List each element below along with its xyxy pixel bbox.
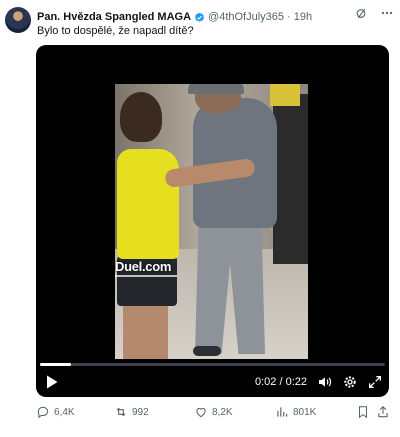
bookmark-icon (358, 406, 368, 419)
video-player[interactable]: Duel.com 0:02 / 0:22 (36, 45, 389, 397)
video-progress-bar[interactable] (40, 363, 385, 366)
video-progress-fill (40, 363, 72, 366)
views-button[interactable]: 801K (275, 405, 316, 419)
video-time: 0:02 / 0:22 (255, 376, 307, 388)
more-icon[interactable] (380, 6, 394, 20)
video-scene-sign (270, 84, 300, 106)
author-name[interactable]: Pan. Hvězda Spangled MAGA (37, 11, 191, 23)
tweet-text: Bylo to dospělé, že napadl dítě? (37, 25, 194, 37)
video-person-kid (117, 149, 179, 259)
play-icon[interactable] (46, 375, 58, 389)
view-count: 801K (293, 406, 317, 418)
video-person-kid-head (120, 92, 162, 142)
fullscreen-icon[interactable] (367, 374, 383, 390)
like-count: 8,2K (212, 406, 233, 418)
grok-icon[interactable] (354, 6, 368, 20)
author-avatar[interactable] (5, 7, 31, 33)
share-icon[interactable] (376, 405, 390, 419)
reply-icon (37, 406, 49, 419)
like-button[interactable]: 8,2K (194, 405, 233, 419)
post-time[interactable]: 19h (294, 11, 312, 23)
reply-button[interactable]: 6,4K (36, 405, 75, 419)
like-icon (196, 408, 206, 418)
bookmark-button[interactable] (356, 405, 370, 419)
video-watermark: Duel.com (115, 259, 172, 274)
video-controls: 0:02 / 0:22 (36, 371, 389, 393)
tweet-header: Pan. Hvězda Spangled MAGA @4thOfJuly365 … (37, 9, 392, 25)
settings-icon[interactable] (342, 374, 358, 390)
repost-count: 992 (132, 406, 149, 418)
video-frame[interactable]: Duel.com (115, 84, 308, 359)
video-person-man-cap (188, 84, 244, 94)
repost-button[interactable]: 992 (114, 405, 149, 419)
verified-badge-icon[interactable] (194, 12, 205, 23)
video-person-man-shoe (193, 346, 221, 356)
separator-dot: · (287, 11, 291, 23)
video-watermark-underline (115, 275, 177, 277)
volume-icon[interactable] (317, 374, 333, 390)
reply-count: 6,4K (54, 406, 75, 418)
video-person-kid-legs (123, 304, 168, 359)
repost-icon (116, 407, 126, 417)
header-actions (354, 6, 394, 20)
tweet-actions: 6,4K 992 8,2K 801K (34, 405, 374, 425)
author-handle[interactable]: @4thOfJuly365 (208, 11, 284, 23)
views-icon (277, 407, 288, 417)
video-scene-door (273, 94, 308, 264)
